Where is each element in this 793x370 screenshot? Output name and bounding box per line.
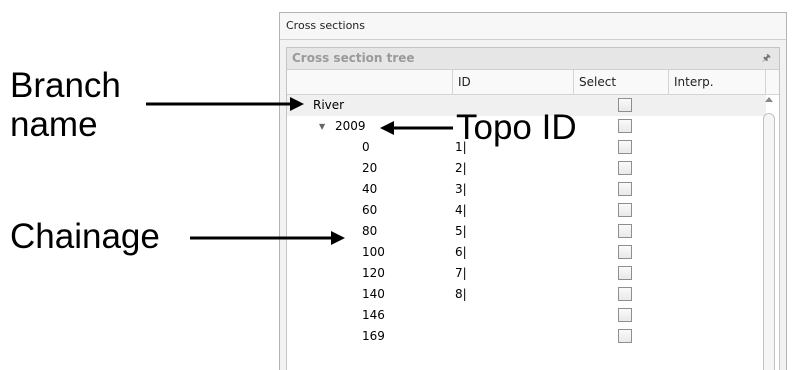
select-checkbox[interactable] [618, 98, 632, 112]
id-value: 4| [455, 203, 467, 217]
column-header-select[interactable]: Select [574, 70, 669, 94]
topo-id-label: Topo ID [456, 108, 577, 147]
chainage-value: 80 [362, 224, 378, 238]
select-checkbox[interactable] [618, 203, 632, 217]
vertical-scrollbar[interactable] [763, 95, 775, 370]
column-header-id[interactable]: ID [453, 70, 574, 94]
select-checkbox[interactable] [618, 308, 632, 322]
table-row[interactable]: 146 [287, 305, 766, 326]
branch-name-label: Branch name [10, 68, 121, 142]
table-row[interactable]: 60 4| [287, 200, 766, 221]
table-row[interactable]: 80 5| [287, 221, 766, 242]
scrollbar-thumb[interactable] [763, 113, 775, 370]
chainage-value: 120 [362, 266, 385, 280]
scroll-up-arrow-icon[interactable] [765, 97, 773, 102]
table-row[interactable]: 40 3| [287, 179, 766, 200]
column-header-name[interactable] [287, 70, 453, 94]
select-checkbox[interactable] [618, 224, 632, 238]
id-value: 3| [455, 182, 467, 196]
window-title: Cross sections [280, 13, 786, 40]
pin-icon[interactable]: 🖈 [762, 48, 771, 69]
table-row[interactable]: 169 [287, 326, 766, 347]
branch-name: River [313, 98, 345, 112]
table-row[interactable]: 140 8| [287, 284, 766, 305]
panel-header: Cross section tree 🖈 [287, 48, 779, 70]
chainage-value: 100 [362, 245, 385, 259]
column-header: ID Select Interp. [287, 70, 779, 95]
topo-id: 2009 [335, 119, 366, 133]
table-row[interactable]: 120 7| [287, 263, 766, 284]
panel-title: Cross section tree [292, 51, 415, 65]
select-checkbox[interactable] [618, 245, 632, 259]
id-value: 7| [455, 266, 467, 280]
select-checkbox[interactable] [618, 140, 632, 154]
collapse-arrow-icon[interactable]: ▼ [319, 116, 325, 137]
select-checkbox[interactable] [618, 287, 632, 301]
select-checkbox[interactable] [618, 329, 632, 343]
cross-section-tree-panel: Cross section tree 🖈 ID Select Interp. R… [286, 47, 780, 370]
cross-sections-window: Cross sections Cross section tree 🖈 ID S… [279, 12, 787, 370]
chainage-value: 169 [362, 329, 385, 343]
column-header-interp[interactable]: Interp. [669, 70, 766, 94]
chainage-value: 140 [362, 287, 385, 301]
chainage-value: 146 [362, 308, 385, 322]
id-value: 2| [455, 161, 467, 175]
chainage-value: 20 [362, 161, 378, 175]
chainage-value: 60 [362, 203, 378, 217]
id-value: 6| [455, 245, 467, 259]
table-row[interactable]: 20 2| [287, 158, 766, 179]
select-checkbox[interactable] [618, 161, 632, 175]
branch-name-line1: Branch [10, 66, 121, 105]
chainage-value: 0 [362, 140, 370, 154]
chainage-label: Chainage [10, 217, 160, 256]
branch-name-line2: name [10, 105, 98, 144]
chainage-value: 40 [362, 182, 378, 196]
table-row[interactable]: 100 6| [287, 242, 766, 263]
select-checkbox[interactable] [618, 182, 632, 196]
select-checkbox[interactable] [618, 266, 632, 280]
id-value: 5| [455, 224, 467, 238]
id-value: 8| [455, 287, 467, 301]
select-checkbox[interactable] [618, 119, 632, 133]
